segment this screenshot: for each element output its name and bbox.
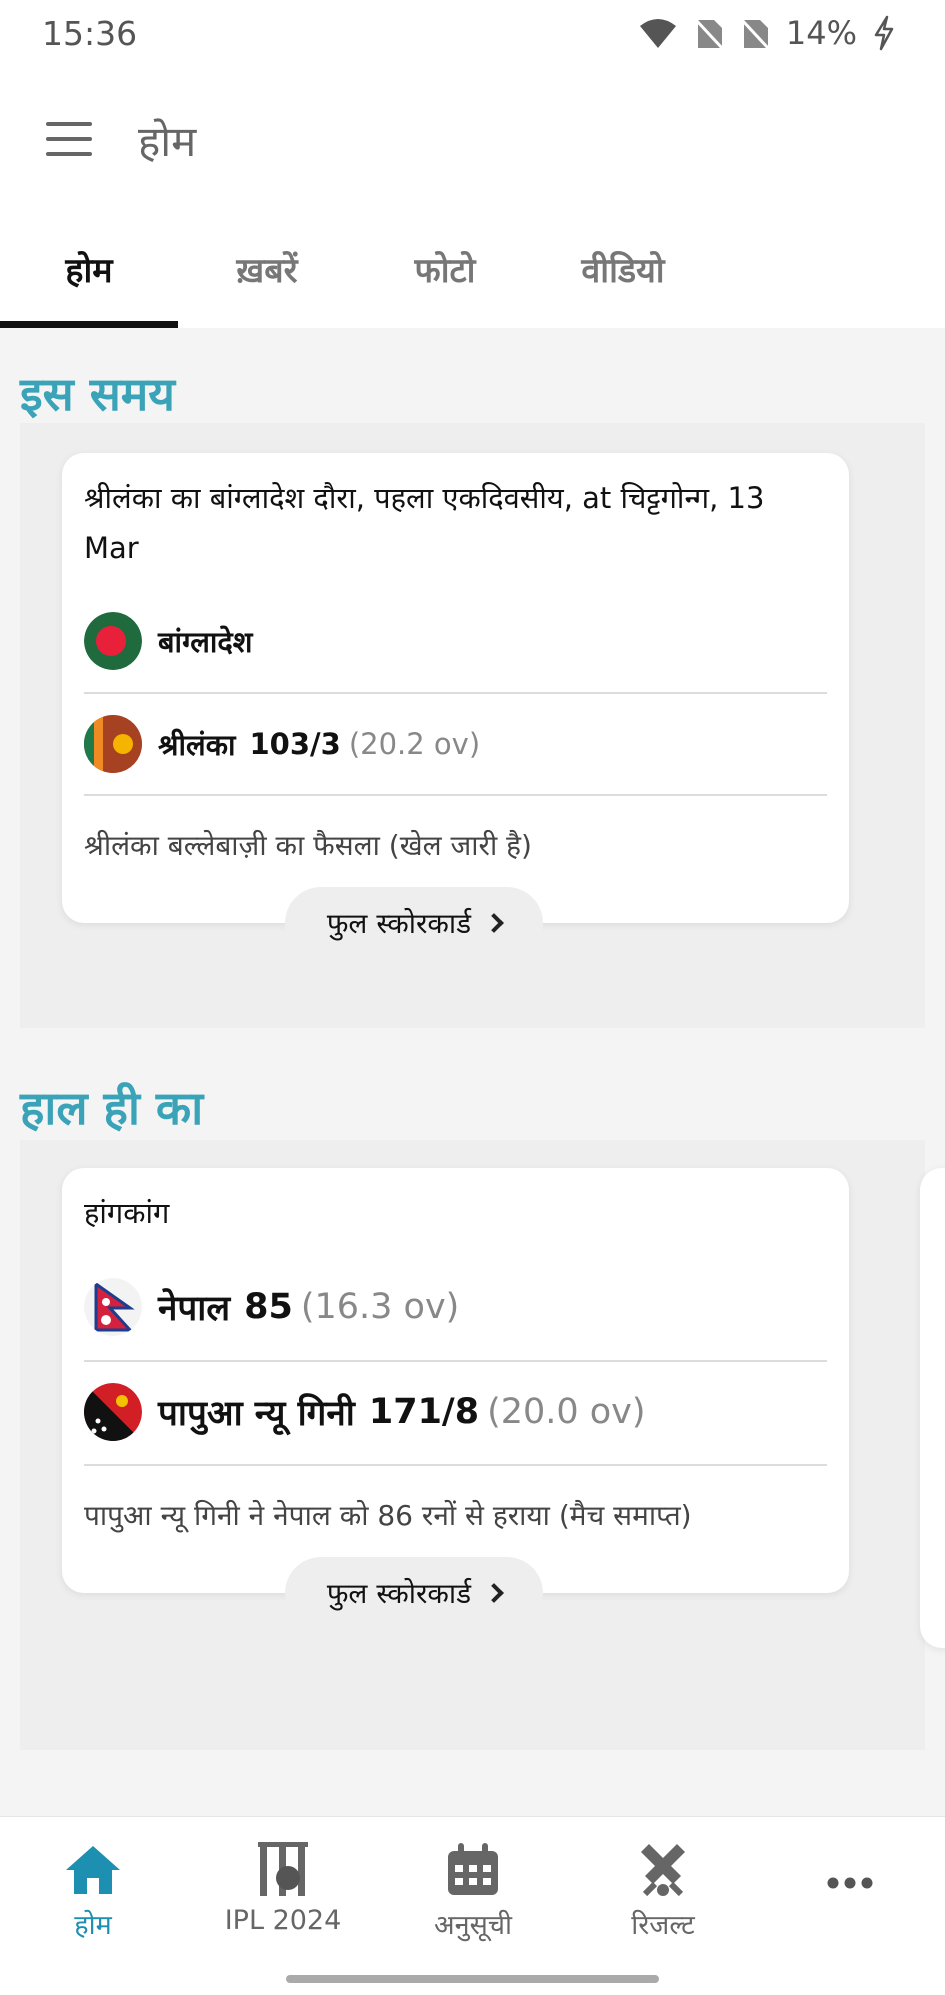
nav-label: IPL 2024 bbox=[224, 1905, 342, 1936]
team-row: नेपाल 85 (16.3 ov) bbox=[84, 1256, 827, 1358]
match-status: पापुआ न्यू गिनी ने नेपाल को 86 रनों से ह… bbox=[84, 1464, 827, 1564]
nav-more[interactable] bbox=[760, 1839, 940, 1949]
nav-results[interactable]: रिजल्ट bbox=[573, 1839, 753, 1949]
nav-home[interactable]: होम bbox=[3, 1839, 183, 1949]
tab-bar: होम ख़बरें फोटो वीडियो bbox=[0, 210, 945, 328]
tab-photos[interactable]: फोटो bbox=[356, 210, 534, 328]
recent-section-title: हाल ही का bbox=[20, 1081, 204, 1135]
live-section-title: इस समय bbox=[20, 367, 175, 421]
page-title: होम bbox=[138, 117, 197, 166]
team-name: बांग्लादेश bbox=[158, 624, 253, 659]
recent-match-card[interactable]: हांगकांग नेपाल 85 (16.3 ov) पापुआ न्यू ग… bbox=[62, 1168, 849, 1593]
match-status-text: श्रीलंका बल्लेबाज़ी का फैसला (खेल जारी ह… bbox=[84, 829, 532, 862]
nav-schedule[interactable]: अनुसूची bbox=[383, 1839, 563, 1949]
match-heading: हांगकांग bbox=[84, 1196, 170, 1230]
nepal-flag-icon bbox=[84, 1278, 142, 1336]
app-bar: होम bbox=[0, 70, 945, 210]
full-scorecard-button[interactable]: फुल स्कोरकार्ड bbox=[285, 887, 543, 959]
no-sim-icon bbox=[694, 18, 723, 50]
hamburger-menu-icon[interactable] bbox=[46, 122, 92, 156]
more-icon bbox=[827, 1839, 873, 1927]
nav-label: होम bbox=[74, 1910, 112, 1941]
bottom-navigation: होम IPL 2024 अनुसूची रिजल्ट bbox=[0, 1816, 945, 1995]
live-match-card[interactable]: श्रीलंका का बांग्लादेश दौरा, पहला एकदिवस… bbox=[62, 453, 849, 923]
team-overs: (20.2 ov) bbox=[348, 727, 481, 761]
sri-lanka-flag-icon bbox=[84, 715, 142, 773]
ipl-stumps-icon bbox=[254, 1839, 312, 1901]
no-sim-icon-2 bbox=[740, 18, 769, 50]
team-row: बांग्लादेश bbox=[84, 590, 827, 692]
gesture-home-indicator[interactable] bbox=[286, 1975, 659, 1983]
team-score: 171/8 bbox=[368, 1392, 480, 1432]
status-time: 15:36 bbox=[42, 14, 138, 53]
team-name: पापुआ न्यू गिनी bbox=[158, 1393, 355, 1434]
home-icon bbox=[64, 1839, 122, 1901]
home-content[interactable]: इस समय श्रीलंका का बांग्लादेश दौरा, पहला… bbox=[0, 328, 945, 1816]
full-scorecard-label: फुल स्कोरकार्ड bbox=[326, 1577, 472, 1610]
calendar-icon bbox=[446, 1839, 500, 1901]
team-score: 85 bbox=[244, 1287, 293, 1327]
team-name: श्रीलंका bbox=[158, 727, 236, 762]
team-row: पापुआ न्यू गिनी 171/8 (20.0 ov) bbox=[84, 1360, 827, 1462]
team-overs: (16.3 ov) bbox=[300, 1287, 460, 1327]
team-name: नेपाल bbox=[158, 1288, 231, 1329]
team-row: श्रीलंका 103/3 (20.2 ov) bbox=[84, 692, 827, 794]
tab-news[interactable]: ख़बरें bbox=[178, 210, 356, 328]
charging-icon bbox=[874, 15, 894, 51]
chevron-right-icon bbox=[484, 1583, 505, 1603]
nav-label: रिजल्ट bbox=[631, 1910, 695, 1941]
chevron-right-icon bbox=[484, 913, 505, 933]
battery-percent: 14% bbox=[785, 14, 857, 52]
bangladesh-flag-icon bbox=[84, 612, 142, 670]
wifi-icon bbox=[639, 19, 676, 50]
team-overs: (20.0 ov) bbox=[487, 1392, 646, 1432]
nav-ipl[interactable]: IPL 2024 bbox=[193, 1839, 373, 1949]
status-bar: 15:36 14% bbox=[0, 0, 945, 70]
live-section-panel: श्रीलंका का बांग्लादेश दौरा, पहला एकदिवस… bbox=[20, 423, 925, 1028]
tab-videos[interactable]: वीडियो bbox=[534, 210, 712, 328]
match-status-text: पापुआ न्यू गिनी ने नेपाल को 86 रनों से ह… bbox=[84, 1499, 692, 1532]
match-heading: श्रीलंका का बांग्लादेश दौरा, पहला एकदिवस… bbox=[84, 481, 765, 565]
papua-new-guinea-flag-icon bbox=[84, 1383, 142, 1441]
status-icons: 14% bbox=[638, 14, 895, 52]
recent-section-panel: हांगकांग नेपाल 85 (16.3 ov) पापुआ न्यू ग… bbox=[20, 1140, 945, 1750]
full-scorecard-button[interactable]: फुल स्कोरकार्ड bbox=[285, 1557, 543, 1629]
match-status: श्रीलंका बल्लेबाज़ी का फैसला (खेल जारी ह… bbox=[84, 794, 827, 894]
full-scorecard-label: फुल स्कोरकार्ड bbox=[326, 907, 472, 940]
nav-label: अनुसूची bbox=[433, 1910, 512, 1941]
active-tab-indicator bbox=[0, 321, 178, 328]
next-match-card-peek[interactable] bbox=[920, 1168, 945, 1648]
tab-home[interactable]: होम bbox=[0, 210, 178, 328]
cricket-bats-icon bbox=[635, 1839, 691, 1901]
team-score: 103/3 bbox=[249, 727, 341, 761]
